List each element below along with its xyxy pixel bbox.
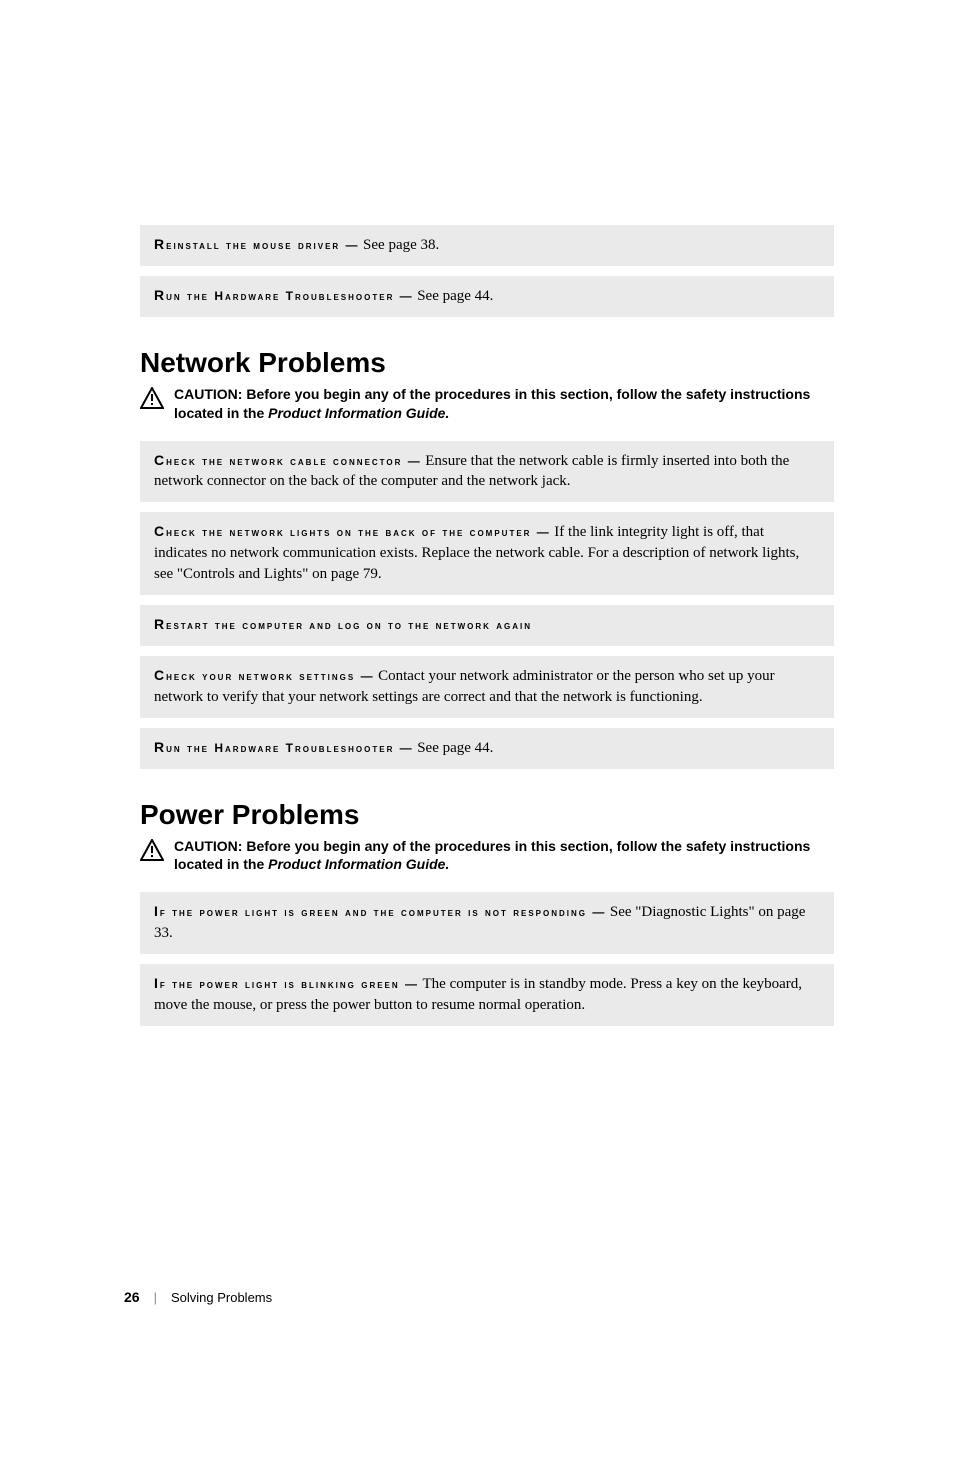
step-body: See page 44.: [417, 740, 493, 756]
chapter-name: Solving Problems: [171, 1290, 272, 1305]
document-page: Reinstall the mouse driver — See page 38…: [0, 225, 954, 1460]
footer-separator: |: [154, 1290, 157, 1305]
step-label: Restart the computer and log on to the n…: [154, 618, 532, 632]
step-label: Check the network lights on the back of …: [154, 525, 551, 539]
step-label: Run the Hardware Troubleshooter —: [154, 289, 414, 303]
step-label: Check your network settings —: [154, 669, 375, 683]
caution-block: CAUTION: Before you begin any of the pro…: [140, 385, 834, 423]
step-label: Run the Hardware Troubleshooter —: [154, 741, 414, 755]
step-row: If the power light is blinking green — T…: [140, 964, 834, 1026]
caution-triangle-icon: [140, 839, 164, 866]
step-row: Run the Hardware Troubleshooter — See pa…: [140, 276, 834, 317]
caution-text: CAUTION: Before you begin any of the pro…: [174, 837, 834, 875]
step-row: Check your network settings — Contact yo…: [140, 656, 834, 718]
caution-triangle-icon: [140, 387, 164, 414]
step-row: Run the Hardware Troubleshooter — See pa…: [140, 728, 834, 769]
step-row: If the power light is green and the comp…: [140, 892, 834, 954]
page-footer: 26 | Solving Problems: [124, 1289, 272, 1305]
section-heading-power: Power Problems: [140, 799, 834, 831]
section-heading-network: Network Problems: [140, 347, 834, 379]
step-body: See page 44.: [417, 288, 493, 304]
step-row: Restart the computer and log on to the n…: [140, 605, 834, 646]
step-row: Check the network cable connector — Ensu…: [140, 441, 834, 503]
caution-text: CAUTION: Before you begin any of the pro…: [174, 385, 834, 423]
step-label: Reinstall the mouse driver —: [154, 238, 360, 252]
caution-block: CAUTION: Before you begin any of the pro…: [140, 837, 834, 875]
step-row: Reinstall the mouse driver — See page 38…: [140, 225, 834, 266]
step-row: Check the network lights on the back of …: [140, 512, 834, 595]
step-body: See page 38.: [363, 237, 439, 253]
page-number: 26: [124, 1289, 140, 1305]
step-label: Check the network cable connector —: [154, 454, 422, 468]
step-label: If the power light is green and the comp…: [154, 905, 606, 919]
step-label: If the power light is blinking green —: [154, 977, 419, 991]
